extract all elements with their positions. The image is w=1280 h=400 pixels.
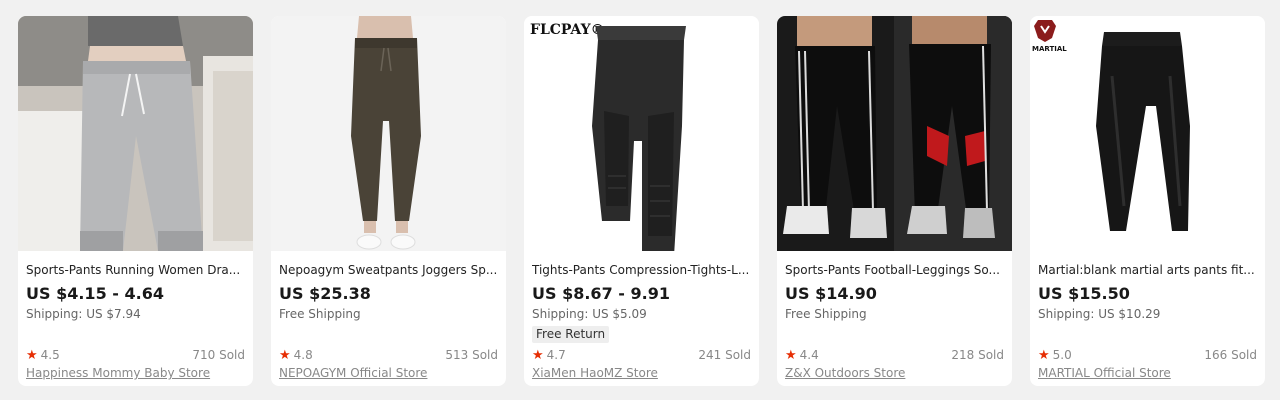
rating-value: 4.8	[293, 348, 313, 362]
star-icon: ★	[1038, 348, 1050, 363]
store-link[interactable]: NEPOAGYM Official Store	[279, 365, 498, 381]
star-icon: ★	[26, 348, 38, 363]
shipping-info: Free Shipping	[785, 307, 867, 321]
product-info: Martial:blank martial arts pants fit... …	[1030, 251, 1265, 386]
sold-count: 710 Sold	[192, 348, 245, 362]
product-title[interactable]: Sports-Pants Running Women Dra...	[26, 262, 245, 278]
star-icon: ★	[785, 348, 797, 363]
product-card[interactable]: MARTIAL Martial:blank martial arts pants…	[1030, 16, 1265, 386]
star-icon: ★	[279, 348, 291, 363]
product-info: Tights-Pants Compression-Tights-L... US …	[524, 251, 759, 386]
rating-row: ★ 4.4 218 Sold	[785, 347, 1004, 363]
free-return-badge: Free Return	[532, 326, 610, 343]
product-image[interactable]	[271, 16, 506, 251]
product-price: US $14.90	[785, 284, 877, 303]
store-link[interactable]: XiaMen HaoMZ Store	[532, 365, 751, 381]
sold-count: 513 Sold	[445, 348, 498, 362]
product-info: Sports-Pants Running Women Dra... US $4.…	[18, 251, 253, 386]
image-brand-logo: MARTIAL	[1032, 45, 1067, 53]
product-title[interactable]: Nepoagym Sweatpants Joggers Sp...	[279, 262, 498, 278]
product-card[interactable]: Nepoagym Sweatpants Joggers Sp... US $25…	[271, 16, 506, 386]
rating-row: ★ 4.5 710 Sold	[26, 347, 245, 363]
product-image[interactable]	[777, 16, 1012, 251]
product-price: US $4.15 - 4.64	[26, 284, 164, 303]
rating-value: 4.7	[546, 348, 566, 362]
product-price: US $8.67 - 9.91	[532, 284, 670, 303]
rating-row: ★ 5.0 166 Sold	[1038, 347, 1257, 363]
store-link[interactable]: MARTIAL Official Store	[1038, 365, 1257, 381]
sold-count: 218 Sold	[951, 348, 1004, 362]
product-price: US $25.38	[279, 284, 371, 303]
rating-value: 4.4	[799, 348, 819, 362]
rating-row: ★ 4.8 513 Sold	[279, 347, 498, 363]
product-price: US $15.50	[1038, 284, 1130, 303]
sold-count: 166 Sold	[1204, 348, 1257, 362]
product-card[interactable]: FLCPAY® Tights-Pants Compression-Tights-…	[524, 16, 759, 386]
product-image[interactable]: MARTIAL	[1030, 16, 1265, 251]
product-image[interactable]	[18, 16, 253, 251]
rating-row: ★ 4.7 241 Sold	[532, 347, 751, 363]
product-title[interactable]: Tights-Pants Compression-Tights-L...	[532, 262, 751, 278]
product-card[interactable]: Sports-Pants Football-Leggings So... US …	[777, 16, 1012, 386]
product-title[interactable]: Martial:blank martial arts pants fit...	[1038, 262, 1257, 278]
product-title[interactable]: Sports-Pants Football-Leggings So...	[785, 262, 1004, 278]
product-info: Sports-Pants Football-Leggings So... US …	[777, 251, 1012, 386]
product-image[interactable]: FLCPAY®	[524, 16, 759, 251]
product-card[interactable]: Sports-Pants Running Women Dra... US $4.…	[18, 16, 253, 386]
shipping-info: Shipping: US $10.29	[1038, 307, 1161, 321]
store-link[interactable]: Happiness Mommy Baby Store	[26, 365, 245, 381]
shipping-info: Shipping: US $5.09	[532, 307, 647, 321]
rating-value: 4.5	[40, 348, 60, 362]
sold-count: 241 Sold	[698, 348, 751, 362]
product-info: Nepoagym Sweatpants Joggers Sp... US $25…	[271, 251, 506, 386]
shipping-info: Free Shipping	[279, 307, 361, 321]
image-brand-logo: FLCPAY®	[530, 22, 605, 38]
rating-value: 5.0	[1052, 348, 1072, 362]
shipping-info: Shipping: US $7.94	[26, 307, 141, 321]
star-icon: ★	[532, 348, 544, 363]
store-link[interactable]: Z&X Outdoors Store	[785, 365, 1004, 381]
product-grid: Sports-Pants Running Women Dra... US $4.…	[18, 16, 1266, 386]
